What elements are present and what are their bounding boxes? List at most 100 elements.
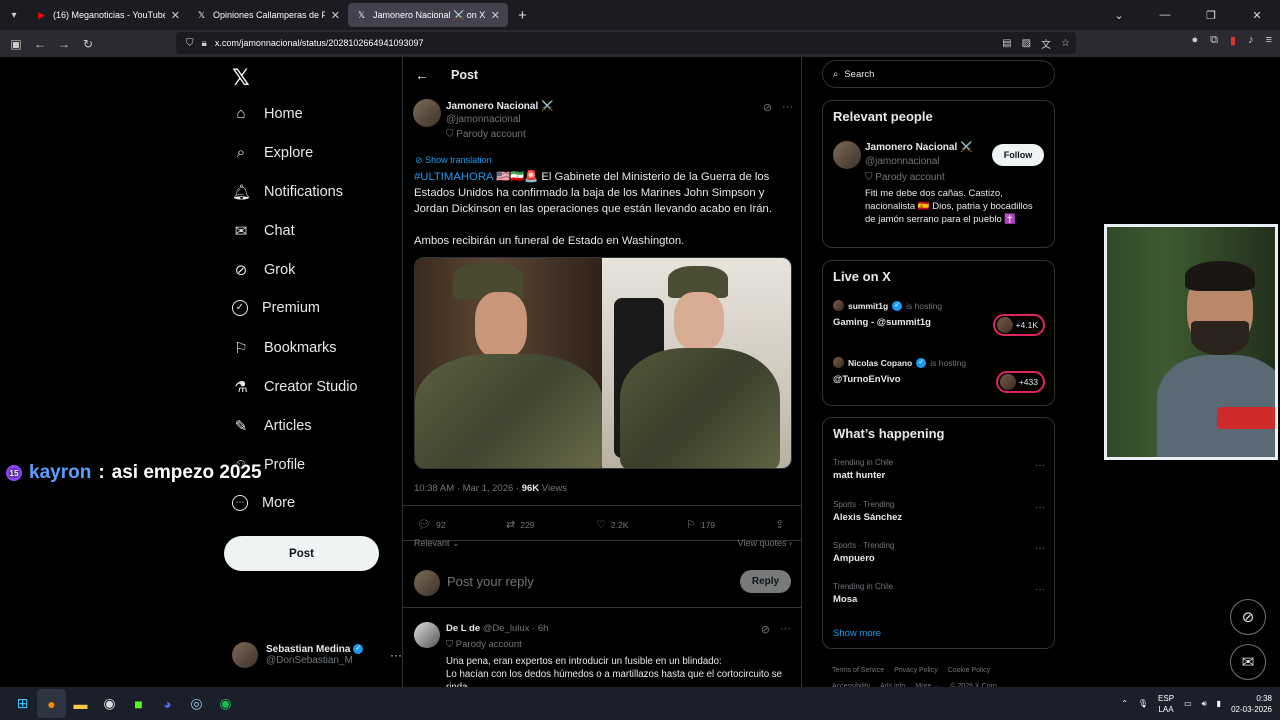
trend-item[interactable]: Trending in Chile Mosa ··· [833, 582, 1045, 605]
author-avatar[interactable] [413, 99, 441, 127]
translate-icon[interactable]: 文 [1041, 36, 1051, 51]
account-switcher[interactable]: Sebastian Medina ✓ @DonSebastian_M ··· [232, 642, 402, 668]
more-options-icon[interactable]: ··· [1035, 460, 1045, 471]
footer-link[interactable]: Cookie Policy [948, 667, 990, 674]
footer-link[interactable]: Privacy Policy [894, 667, 938, 674]
more-options-icon[interactable]: ··· [1035, 543, 1045, 554]
show-more-link[interactable]: Show more [833, 628, 881, 639]
post-button[interactable]: Post [224, 536, 379, 571]
like-action[interactable]: ♡ 2.2K [596, 518, 628, 531]
extension-badge-icon[interactable]: ▮ [1230, 34, 1236, 47]
live-item[interactable]: Nicolas Copano ✓ is hosting @TurnoEnVivo +… [833, 357, 1045, 393]
minimize-button[interactable]: — [1142, 9, 1188, 21]
bookmark-star-icon[interactable]: ☆ [1061, 38, 1070, 49]
nav-item-more[interactable]: ⋯ More [232, 495, 295, 511]
post-timestamp[interactable]: 10:38 AM · Mar 1, 2026 · [414, 483, 522, 494]
menu-icon[interactable]: ≡ [1266, 34, 1272, 47]
close-tab-icon[interactable]: ✕ [171, 9, 180, 22]
author-handle[interactable]: @jamonnacional [446, 114, 521, 125]
show-translation-link[interactable]: ⊘ Show translation [415, 155, 492, 166]
bookmark-action[interactable]: ⚐ 179 [686, 518, 715, 531]
more-options-icon[interactable]: ··· [390, 648, 402, 662]
media-image-left[interactable] [415, 258, 603, 468]
person-name[interactable]: Jamonero Nacional ⚔️ [865, 142, 972, 153]
extension-icon[interactable]: ● [1192, 34, 1199, 47]
reply-button[interactable]: Reply [740, 570, 791, 593]
follow-button[interactable]: Follow [992, 144, 1044, 166]
grok-fab-button[interactable]: ⊘ [1230, 599, 1266, 635]
nav-item-creator-studio[interactable]: ⚗ Creator Studio [232, 378, 357, 396]
nav-item-bookmarks[interactable]: ⚐ Bookmarks [232, 339, 336, 357]
audio-icon[interactable]: ♪ [1248, 34, 1254, 47]
nav-item-articles[interactable]: ✎ Articles [232, 417, 312, 435]
person-handle[interactable]: @jamonnacional [865, 156, 940, 167]
search-input[interactable]: ⌕ Search [822, 60, 1055, 88]
restore-button[interactable]: ❐ [1188, 9, 1234, 22]
file-explorer-icon[interactable]: ▬ [66, 689, 95, 718]
reply-item[interactable]: De L de @De_lulux · 6h ⛉ Parody account … [403, 609, 801, 687]
grok-icon[interactable]: ⊘ [763, 101, 772, 114]
trend-item[interactable]: Sports · Trending Alexis Sánchez ··· [833, 500, 1045, 523]
nav-item-premium[interactable]: ✓ Premium [232, 300, 320, 316]
reply-avatar[interactable] [414, 622, 440, 648]
reply-author-handle[interactable]: @De_lulux [483, 623, 530, 634]
more-options-icon[interactable]: ··· [782, 101, 793, 114]
more-options-icon[interactable]: ··· [1035, 584, 1045, 595]
forward-button[interactable]: → [52, 37, 76, 51]
footer-link[interactable]: Terms of Service [832, 667, 884, 674]
discord-icon[interactable]: ◕ [153, 689, 182, 718]
lock-icon[interactable]: 🔒︎ [202, 38, 207, 49]
author-name[interactable]: Jamonero Nacional ⚔️ [446, 101, 553, 112]
obs-icon[interactable]: ◉ [95, 689, 124, 718]
nav-item-chat[interactable]: ✉ Chat [232, 222, 295, 240]
reply-input[interactable]: Post your reply [447, 574, 534, 589]
reader-view-icon[interactable]: ▤ [1002, 38, 1011, 49]
sidebar-toggle-icon[interactable]: ▣ [4, 37, 28, 51]
network-icon[interactable]: ▭ [1184, 699, 1192, 708]
trend-item[interactable]: Trending in Chile matt hunter ··· [833, 458, 1045, 481]
post-media[interactable] [414, 257, 792, 469]
nav-item-explore[interactable]: ⌕ Explore [232, 144, 313, 161]
trend-item[interactable]: Sports · Trending Ampuero ··· [833, 541, 1045, 564]
nav-item-home[interactable]: ⌂ Home [232, 105, 302, 122]
spotify-icon[interactable]: ◉ [211, 689, 240, 718]
volume-icon[interactable]: 🔊︎ [1202, 699, 1207, 709]
new-tab-button[interactable]: + [508, 7, 537, 24]
url-text[interactable]: x.com/jamonnacional/status/2028102664941… [215, 38, 424, 48]
close-tab-icon[interactable]: ✕ [491, 9, 500, 22]
address-bar[interactable]: ⛉ 🔒︎ x.com/jamonnacional/status/20281026… [176, 32, 1076, 54]
nav-item-grok[interactable]: ⊘ Grok [232, 261, 296, 279]
media-image-right[interactable] [602, 258, 791, 468]
reply-author-name[interactable]: De L de [446, 623, 480, 634]
grok-icon[interactable]: ⊘ [761, 623, 770, 636]
battery-icon[interactable]: ▮ [1217, 699, 1221, 708]
microphone-icon[interactable]: 🎙︎ [1138, 699, 1148, 708]
windows-start-icon[interactable]: ⊞ [8, 689, 37, 718]
repost-action[interactable]: ⇄ 229 [506, 518, 534, 531]
browser-tab-active[interactable]: 𝕏 Jamonero Nacional ⚔️ on X: "# ✕ [348, 3, 508, 27]
chevron-up-icon[interactable]: ⌃ [1121, 699, 1128, 708]
back-arrow-icon[interactable]: ← [415, 67, 429, 83]
puzzle-icon[interactable]: ⧉ [1210, 34, 1218, 47]
messages-fab-button[interactable]: ✉ [1230, 644, 1266, 680]
browser-tab[interactable]: ▶ (16) Meganoticias - YouTube ✕ [28, 0, 188, 30]
sort-dropdown[interactable]: Relevant ⌄ [414, 538, 460, 548]
x-logo-icon[interactable]: 𝕏 [232, 65, 250, 91]
hashtag-link[interactable]: #ULTIMAHORA [414, 171, 493, 183]
share-action[interactable]: ⇪ [775, 518, 784, 531]
clock[interactable]: 0:38 02-03-2026 [1231, 693, 1272, 715]
firefox-icon[interactable]: ● [37, 689, 66, 718]
browser-tab[interactable]: 𝕏 Opiniones Callamperas de Polití ✕ [188, 0, 348, 30]
reload-button[interactable]: ↻ [76, 37, 100, 51]
view-quotes-link[interactable]: View quotes › [738, 538, 792, 548]
steam-icon[interactable]: ◎ [182, 689, 211, 718]
live-item[interactable]: summit1g ✓ is hosting Gaming - @summit1g +… [833, 300, 1045, 336]
shield-icon[interactable]: ⛉ [186, 38, 194, 49]
reply-action[interactable]: 💬︎ 92 [417, 518, 445, 531]
kick-icon[interactable]: ■ [124, 689, 153, 718]
nav-item-notifications[interactable]: 🔔︎ Notifications [232, 183, 343, 201]
tab-list-icon[interactable]: ⌄ [1096, 9, 1142, 22]
close-tab-icon[interactable]: ✕ [331, 9, 340, 22]
language-indicator[interactable]: ESP LAA [1158, 693, 1174, 715]
more-options-icon[interactable]: ··· [1035, 502, 1045, 513]
